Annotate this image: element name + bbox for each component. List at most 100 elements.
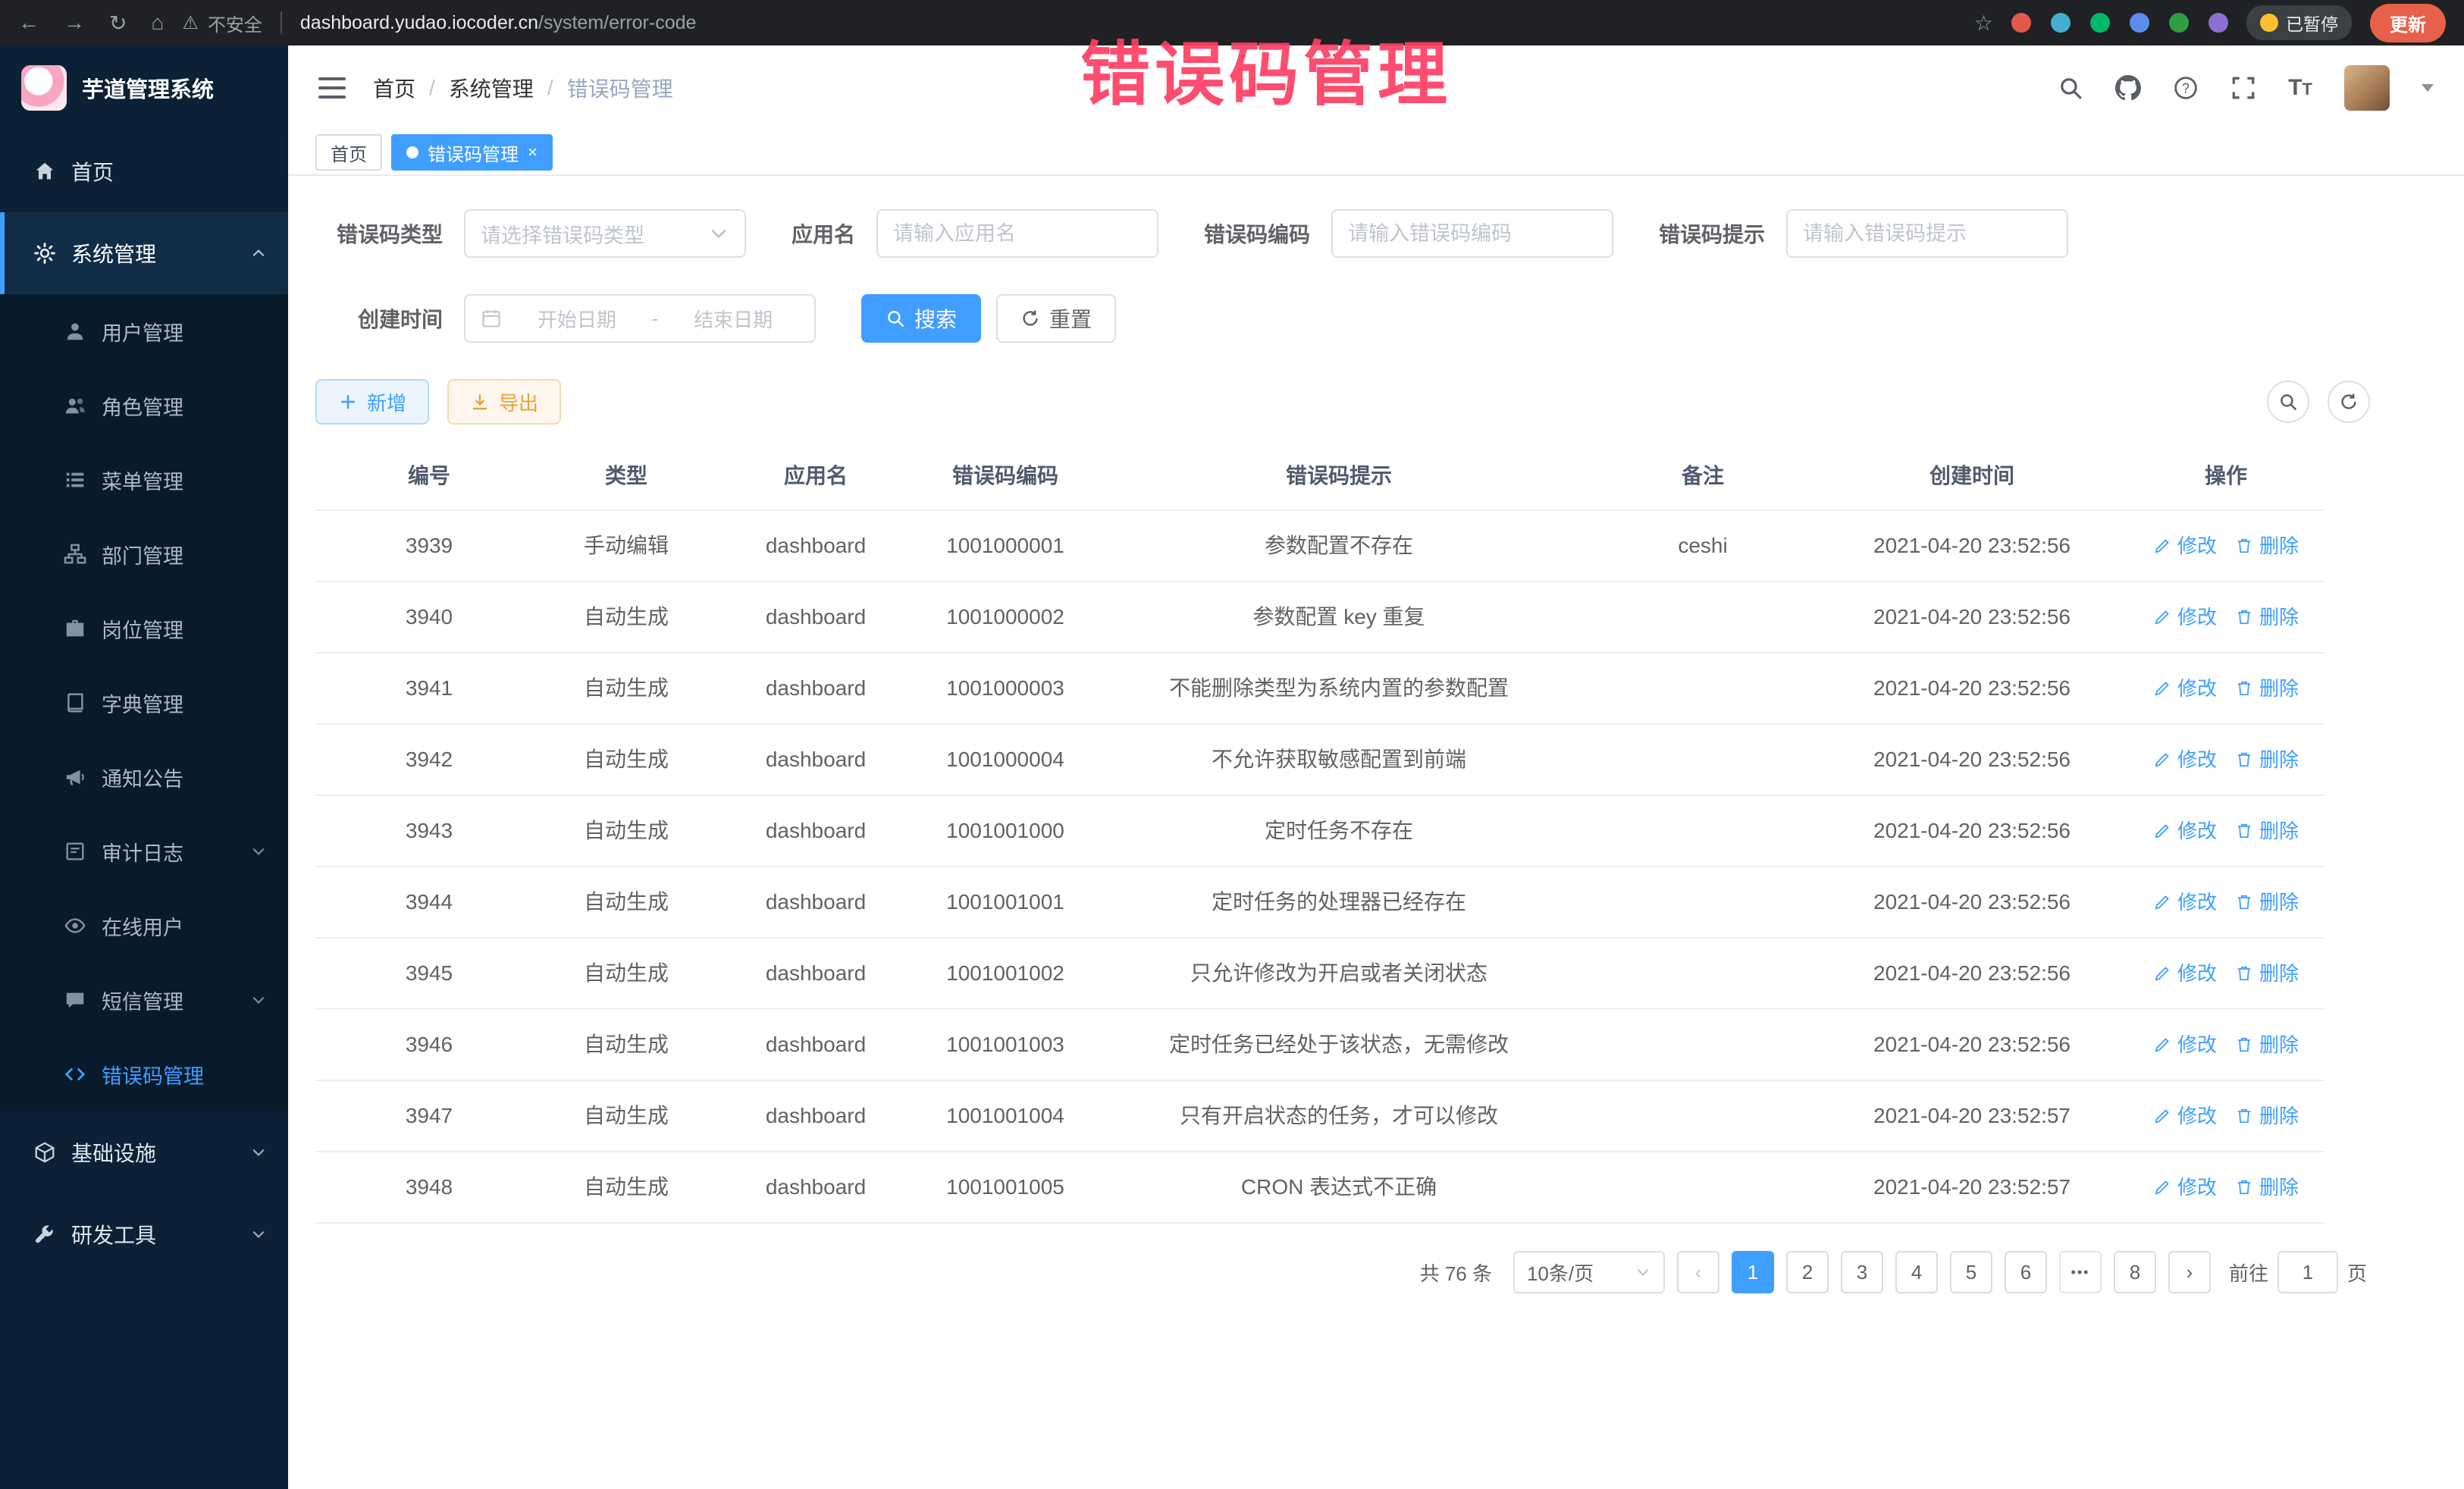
delete-link[interactable]: 删除 (2235, 672, 2299, 705)
extension-purple-icon[interactable] (2209, 13, 2228, 33)
tag-home[interactable]: 首页 (315, 134, 382, 171)
sidebar-item-notice-announcement[interactable]: 通知公告 (0, 740, 288, 814)
browser-back-icon[interactable]: ← (18, 11, 39, 35)
edit-link[interactable]: 修改 (2153, 743, 2217, 776)
edit-link[interactable]: 修改 (2153, 1099, 2217, 1133)
delete-link[interactable]: 删除 (2235, 886, 2299, 919)
extension-translate-icon[interactable] (2169, 13, 2189, 33)
sidebar-item-dict-management[interactable]: 字典管理 (0, 666, 288, 740)
breadcrumb-home[interactable]: 首页 (373, 73, 415, 103)
app-name-input[interactable] (893, 222, 1142, 246)
bookmark-star-icon[interactable]: ☆ (1974, 11, 1993, 36)
address-bar[interactable]: dashboard.yudao.iocoder.cn/system/error-… (300, 12, 697, 34)
tag-error-code-management[interactable]: 错误码管理 × (391, 134, 553, 171)
edit-link[interactable]: 修改 (2153, 600, 2217, 634)
browser-refresh-icon[interactable]: ↻ (109, 11, 127, 36)
avatar-caret-icon[interactable] (2422, 84, 2434, 92)
sidebar-item-system-management[interactable]: 系统管理 (0, 212, 288, 294)
search-icon (2278, 392, 2298, 412)
page-button-8[interactable]: 8 (2114, 1251, 2156, 1293)
error-type-select[interactable]: 请选择错误码类型 (464, 209, 746, 258)
next-page-button[interactable]: › (2168, 1251, 2211, 1293)
search-icon[interactable] (2058, 75, 2083, 101)
cell-time: 2021-04-20 23:52:56 (1817, 655, 2127, 722)
sidebar-item-dev-tools[interactable]: 研发工具 (0, 1193, 288, 1275)
sidebar-item-audit-log[interactable]: 审计日志 (0, 814, 288, 889)
extension-red-icon[interactable] (2011, 13, 2031, 33)
delete-link[interactable]: 删除 (2235, 1099, 2299, 1133)
page-button-3[interactable]: 3 (1841, 1251, 1883, 1293)
page-button-5[interactable]: 5 (1950, 1251, 1992, 1293)
table-row: 3943自动生成dashboard1001001000定时任务不存在2021-0… (315, 796, 2324, 867)
sidebar-item-home[interactable]: 首页 (0, 130, 288, 212)
app-title: 芋道管理系统 (82, 72, 214, 104)
collapse-menu-icon[interactable] (318, 77, 346, 99)
delete-link[interactable]: 删除 (2235, 1171, 2299, 1204)
github-icon[interactable] (2115, 75, 2141, 101)
sidebar-item-sms-management[interactable]: 短信管理 (0, 963, 288, 1037)
delete-link[interactable]: 删除 (2235, 1028, 2299, 1061)
paused-badge[interactable]: 已暂停 (2246, 5, 2352, 40)
date-range-picker[interactable]: 开始日期 - 结束日期 (464, 294, 816, 343)
page-button-6[interactable]: 6 (2005, 1251, 2047, 1293)
table-row: 3948自动生成dashboard1001001005CRON 表达式不正确20… (315, 1152, 2324, 1224)
extension-green-icon[interactable] (2090, 13, 2110, 33)
search-button[interactable]: 搜索 (861, 294, 981, 343)
user-avatar[interactable] (2344, 65, 2390, 111)
browser-update-button[interactable]: 更新 (2370, 4, 2446, 42)
app-logo-row[interactable]: 芋道管理系统 (0, 45, 288, 130)
font-size-icon[interactable]: TT (2288, 77, 2312, 99)
page-button-2[interactable]: 2 (1786, 1251, 1829, 1293)
edit-link[interactable]: 修改 (2153, 814, 2217, 848)
help-icon[interactable] (2173, 75, 2199, 101)
sidebar-item-user-management[interactable]: 用户管理 (0, 294, 288, 368)
sidebar-item-role-management[interactable]: 角色管理 (0, 368, 288, 443)
delete-link[interactable]: 删除 (2235, 600, 2299, 634)
page-size-select[interactable]: 10条/页 (1513, 1251, 1665, 1293)
export-button[interactable]: 导出 (447, 379, 561, 425)
page-button-4[interactable]: 4 (1895, 1251, 1938, 1293)
edit-link[interactable]: 修改 (2153, 1028, 2217, 1061)
sidebar-item-online-users[interactable]: 在线用户 (0, 889, 288, 963)
delete-link[interactable]: 删除 (2235, 743, 2299, 776)
extension-teal-icon[interactable] (2051, 13, 2071, 33)
tag-label: 首页 (331, 139, 367, 166)
edit-link[interactable]: 修改 (2153, 1171, 2217, 1204)
cell-app: dashboard (710, 1154, 922, 1221)
delete-link[interactable]: 删除 (2235, 957, 2299, 990)
delete-link[interactable]: 删除 (2235, 529, 2299, 563)
edit-icon (2153, 537, 2171, 555)
reset-button[interactable]: 重置 (996, 294, 1116, 343)
error-hint-input[interactable] (1803, 222, 2052, 246)
sidebar-item-menu-management[interactable]: 菜单管理 (0, 443, 288, 517)
sidebar-item-infrastructure[interactable]: 基础设施 (0, 1111, 288, 1193)
security-indicator[interactable]: ⚠ 不安全 (182, 10, 262, 36)
page-ellipsis[interactable]: ••• (2059, 1251, 2102, 1293)
edit-link[interactable]: 修改 (2153, 529, 2217, 563)
delete-link[interactable]: 删除 (2235, 814, 2299, 848)
sidebar-item-error-code-management[interactable]: 错误码管理 (0, 1037, 288, 1111)
goto-page-input[interactable] (2277, 1251, 2338, 1293)
cell-time: 2021-04-20 23:52:57 (1817, 1083, 2127, 1149)
page-button-1[interactable]: 1 (1732, 1251, 1774, 1293)
edit-link[interactable]: 修改 (2153, 672, 2217, 705)
browser-forward-icon[interactable]: → (64, 11, 85, 35)
url-host: dashboard.yudao.iocoder.cn (300, 12, 538, 33)
cell-hint: 参数配置不存在 (1089, 513, 1589, 579)
extension-blue-grid-icon[interactable] (2130, 13, 2149, 33)
edit-link[interactable]: 修改 (2153, 957, 2217, 990)
refresh-table-button[interactable] (2328, 381, 2370, 423)
browser-home-icon[interactable]: ⌂ (151, 11, 164, 35)
cell-operations: 修改删除 (2127, 1011, 2324, 1078)
wrench-icon (33, 1223, 56, 1246)
breadcrumb-system[interactable]: 系统管理 (449, 73, 534, 103)
sidebar-item-dept-management[interactable]: 部门管理 (0, 517, 288, 591)
sidebar-item-post-management[interactable]: 岗位管理 (0, 591, 288, 666)
close-icon[interactable]: × (528, 144, 538, 161)
fullscreen-icon[interactable] (2230, 75, 2256, 101)
add-button[interactable]: 新增 (315, 379, 429, 425)
edit-link[interactable]: 修改 (2153, 886, 2217, 919)
prev-page-button[interactable]: ‹ (1677, 1251, 1719, 1293)
toggle-search-button[interactable] (2267, 381, 2309, 423)
error-code-input[interactable] (1348, 222, 1597, 246)
